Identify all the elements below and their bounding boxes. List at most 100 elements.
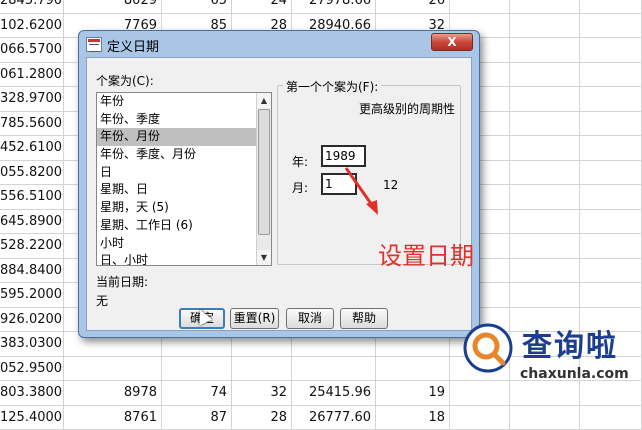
first-case-label: 第一个个案为(F): xyxy=(283,78,381,95)
table-cell[interactable]: 8978 xyxy=(64,381,162,405)
table-cell[interactable]: 74 xyxy=(162,381,232,405)
table-cell[interactable]: 125.40000 xyxy=(0,406,64,430)
table-cell[interactable]: 102.62000 xyxy=(0,14,64,38)
table-cell[interactable]: 87 xyxy=(162,406,232,430)
table-cell[interactable] xyxy=(510,381,580,405)
table-cell[interactable] xyxy=(376,357,450,381)
table-cell[interactable]: 65 xyxy=(162,0,232,13)
table-cell[interactable]: 24 xyxy=(232,0,292,13)
current-date-value: 无 xyxy=(96,292,108,309)
table-cell[interactable]: 8761 xyxy=(64,406,162,430)
table-cell[interactable]: 2845.79000 xyxy=(0,0,64,13)
table-cell[interactable] xyxy=(580,112,642,136)
list-item[interactable]: 年份、季度、月份 xyxy=(97,146,271,164)
table-cell[interactable] xyxy=(292,357,376,381)
table-cell[interactable]: 25415.96 xyxy=(292,381,376,405)
table-cell[interactable] xyxy=(510,161,580,185)
table-cell[interactable]: 803.38000 xyxy=(0,381,64,405)
table-cell[interactable] xyxy=(580,210,642,234)
table-cell[interactable] xyxy=(510,259,580,283)
table-cell[interactable]: 066.57000 xyxy=(0,38,64,62)
table-cell[interactable]: 8029 xyxy=(64,0,162,13)
watermark-url: chaxunla.com xyxy=(520,366,629,382)
table-cell[interactable]: 052.95000 xyxy=(0,357,64,381)
reset-button[interactable]: 重置(R) xyxy=(230,308,279,329)
table-cell[interactable] xyxy=(580,381,642,405)
table-cell[interactable]: 26777.60 xyxy=(292,406,376,430)
red-arrow-icon xyxy=(330,160,400,220)
table-cell[interactable] xyxy=(64,357,162,381)
table-cell[interactable] xyxy=(450,406,510,430)
table-cell[interactable] xyxy=(510,210,580,234)
table-cell[interactable] xyxy=(450,381,510,405)
table-cell[interactable] xyxy=(510,406,580,430)
list-item[interactable]: 小时 xyxy=(97,235,271,253)
list-item[interactable]: 星期、日 xyxy=(97,181,271,199)
list-item[interactable]: 星期，天 (5) xyxy=(97,199,271,217)
list-item[interactable]: 日、小时 xyxy=(97,252,271,266)
table-cell[interactable]: 055.82000 xyxy=(0,161,64,185)
table-cell[interactable]: 27978.66 xyxy=(292,0,376,13)
table-cell[interactable] xyxy=(580,14,642,38)
list-item[interactable]: 日 xyxy=(97,164,271,182)
list-item[interactable]: 星期、工作日 (6) xyxy=(97,217,271,235)
year-label: 年: xyxy=(292,153,308,170)
table-cell[interactable]: 328.97000 xyxy=(0,87,64,111)
table-cell[interactable] xyxy=(580,283,642,307)
table-cell[interactable] xyxy=(580,38,642,62)
table-cell[interactable]: 528.22000 xyxy=(0,234,64,258)
list-item[interactable]: 年份、季度 xyxy=(97,111,271,129)
table-cell[interactable] xyxy=(580,136,642,160)
cancel-button[interactable]: 取消 xyxy=(286,308,334,329)
table-cell[interactable]: 32 xyxy=(232,381,292,405)
table-cell[interactable] xyxy=(580,406,642,430)
table-cell[interactable] xyxy=(580,161,642,185)
table-cell[interactable] xyxy=(510,87,580,111)
list-item[interactable]: 年份 xyxy=(97,93,271,111)
table-cell[interactable]: 452.61000 xyxy=(0,136,64,160)
list-scrollbar[interactable]: ▲ ▼ xyxy=(256,93,271,265)
title-bar[interactable]: 定义日期 X xyxy=(79,31,479,57)
month-label: 月: xyxy=(292,179,308,196)
table-cell[interactable] xyxy=(162,357,232,381)
help-button[interactable]: 帮助 xyxy=(340,308,388,329)
table-cell[interactable] xyxy=(580,234,642,258)
table-cell[interactable]: 645.89000 xyxy=(0,210,64,234)
table-cell[interactable] xyxy=(510,14,580,38)
watermark-brand: 查询啦 xyxy=(522,321,618,365)
table-cell[interactable]: 383.03000 xyxy=(0,332,64,356)
table-cell[interactable] xyxy=(580,87,642,111)
close-button[interactable]: X xyxy=(431,33,473,51)
table-cell[interactable] xyxy=(510,0,580,13)
table-cell[interactable]: 18 xyxy=(376,406,450,430)
table-cell[interactable]: 556.51000 xyxy=(0,185,64,209)
table-cell[interactable] xyxy=(510,63,580,87)
table-row: 2845.790008029652427978.6626 xyxy=(0,0,642,14)
table-cell[interactable]: 785.56000 xyxy=(0,112,64,136)
table-cell[interactable]: 595.20000 xyxy=(0,283,64,307)
scroll-thumb[interactable] xyxy=(258,109,270,235)
table-cell[interactable]: 26 xyxy=(376,0,450,13)
table-cell[interactable]: 28 xyxy=(232,406,292,430)
table-cell[interactable] xyxy=(510,112,580,136)
table-cell[interactable] xyxy=(510,136,580,160)
cases-label: 个案为(C): xyxy=(96,72,154,89)
table-cell[interactable] xyxy=(580,185,642,209)
scroll-up-icon[interactable]: ▲ xyxy=(257,93,271,108)
table-cell[interactable] xyxy=(580,0,642,13)
table-cell[interactable]: 061.28000 xyxy=(0,63,64,87)
table-cell[interactable]: 926.02000 xyxy=(0,308,64,332)
table-cell[interactable]: 884.84000 xyxy=(0,259,64,283)
table-cell[interactable] xyxy=(450,0,510,13)
table-cell[interactable] xyxy=(510,185,580,209)
table-cell[interactable] xyxy=(580,259,642,283)
table-cell[interactable] xyxy=(510,38,580,62)
table-cell[interactable] xyxy=(232,357,292,381)
table-cell[interactable] xyxy=(510,234,580,258)
scroll-down-icon[interactable]: ▼ xyxy=(257,250,271,265)
table-cell[interactable] xyxy=(510,283,580,307)
table-cell[interactable] xyxy=(580,63,642,87)
cases-listbox[interactable]: 年份年份、季度年份、月份年份、季度、月份日星期、日星期，天 (5)星期、工作日 … xyxy=(96,92,272,266)
list-item[interactable]: 年份、月份 xyxy=(97,128,271,146)
table-cell[interactable]: 19 xyxy=(376,381,450,405)
